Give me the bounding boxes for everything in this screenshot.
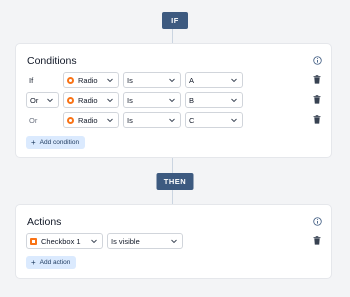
actions-title: Actions: [27, 216, 62, 228]
condition-field-select[interactable]: Radio: [63, 112, 119, 128]
add-action-label: Add action: [39, 259, 71, 266]
add-condition-button[interactable]: + Add condition: [26, 136, 86, 149]
connector-line-middle: [172, 158, 173, 173]
condition-connector-select[interactable]: Or: [26, 92, 59, 108]
condition-value-select[interactable]: B: [185, 92, 243, 108]
condition-operator-value: Is: [127, 75, 133, 85]
chevron-down-icon: [47, 98, 53, 103]
chevron-down-icon: [231, 118, 237, 123]
plus-icon: +: [31, 257, 36, 267]
condition-value-value: C: [189, 115, 195, 125]
trash-icon[interactable]: [313, 236, 321, 245]
chevron-down-icon: [169, 98, 175, 103]
plus-icon: +: [31, 137, 36, 147]
then-pill: THEN: [156, 173, 194, 190]
condition-field-value: Radio: [78, 95, 98, 105]
condition-connector-label: If: [29, 75, 34, 85]
radio-field-icon: [67, 76, 74, 84]
chevron-down-icon: [171, 239, 177, 244]
condition-value-value: B: [189, 95, 195, 105]
condition-operator-value: Is: [127, 115, 133, 125]
condition-field-select[interactable]: Radio: [63, 72, 119, 88]
chevron-down-icon: [107, 78, 113, 83]
condition-value-value: A: [189, 75, 195, 85]
connector-line-top: [172, 29, 173, 44]
condition-value-select[interactable]: C: [185, 112, 243, 128]
chevron-down-icon: [107, 98, 113, 103]
action-operator-select[interactable]: Is visible: [107, 233, 183, 249]
condition-connector-label: Or: [29, 115, 38, 125]
condition-operator-select[interactable]: Is: [123, 112, 181, 128]
chevron-down-icon: [231, 78, 237, 83]
condition-field-value: Radio: [78, 115, 98, 125]
trash-icon[interactable]: [313, 95, 321, 104]
connector-line-lower: [172, 189, 173, 204]
action-field-select[interactable]: Checkbox 1: [26, 233, 103, 249]
if-pill: IF: [162, 12, 188, 29]
action-row: Checkbox 1 Is visible: [26, 233, 326, 249]
info-icon[interactable]: [313, 56, 322, 65]
condition-operator-select[interactable]: Is: [123, 92, 181, 108]
condition-field-select[interactable]: Radio: [63, 92, 119, 108]
conditions-title: Conditions: [27, 55, 77, 67]
trash-icon[interactable]: [313, 115, 321, 124]
trash-icon[interactable]: [313, 75, 321, 84]
action-operator-value: Is visible: [111, 236, 140, 246]
condition-connector-value: Or: [30, 95, 39, 105]
conditions-card: Conditions If Radio Is A Or Radio Is B O…: [15, 43, 332, 158]
condition-operator-select[interactable]: Is: [123, 72, 181, 88]
action-field-value: Checkbox 1: [41, 236, 81, 246]
condition-field-value: Radio: [78, 75, 98, 85]
info-icon[interactable]: [313, 217, 322, 226]
condition-operator-value: Is: [127, 95, 133, 105]
chevron-down-icon: [91, 239, 97, 244]
chevron-down-icon: [169, 118, 175, 123]
add-condition-label: Add condition: [39, 139, 80, 146]
condition-row: Or Radio Is B: [26, 92, 326, 108]
chevron-down-icon: [231, 98, 237, 103]
radio-field-icon: [67, 96, 74, 104]
radio-field-icon: [67, 116, 74, 124]
add-action-button[interactable]: + Add action: [26, 256, 77, 269]
actions-card: Actions Checkbox 1 Is visible + Add acti…: [15, 204, 332, 279]
condition-value-select[interactable]: A: [185, 72, 243, 88]
checkbox-field-icon: [30, 237, 37, 245]
chevron-down-icon: [169, 78, 175, 83]
condition-row: Or Radio Is C: [26, 112, 326, 128]
chevron-down-icon: [107, 118, 113, 123]
condition-row: If Radio Is A: [26, 72, 326, 88]
